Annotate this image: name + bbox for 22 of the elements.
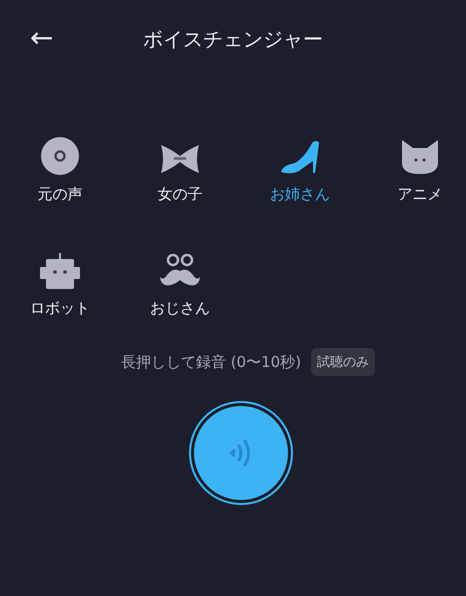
preview-only-tag: 試聴のみ	[311, 348, 376, 376]
robot-icon	[40, 253, 80, 289]
disc-icon	[41, 137, 79, 175]
back-button[interactable]: ←	[30, 20, 54, 56]
voice-option[interactable]: ロボット	[0, 222, 120, 318]
voice-label: 女の子	[158, 185, 202, 204]
screen-title: ボイスチェンジャー	[143, 26, 323, 52]
voice-option[interactable]: 元の声	[0, 108, 120, 204]
voice-label: 元の声	[38, 185, 82, 204]
voice-option[interactable]: アニメ	[360, 108, 466, 204]
record-button[interactable]	[194, 406, 288, 500]
voice-option[interactable]: 女の子	[120, 108, 240, 204]
cat-head-icon	[401, 139, 439, 175]
instruction-text: 長押しして録音 (0〜10秒)	[120, 352, 302, 372]
voice-label: お姉さん	[270, 185, 330, 204]
high-heel-icon	[279, 139, 321, 175]
voice-label: アニメ	[398, 185, 442, 204]
voice-label: おじさん	[150, 299, 210, 318]
bow-icon	[159, 143, 201, 175]
voice-option[interactable]: お姉さん	[240, 108, 360, 204]
voice-label: ロボット	[30, 299, 90, 318]
voice-option[interactable]: おじさん	[120, 222, 240, 318]
